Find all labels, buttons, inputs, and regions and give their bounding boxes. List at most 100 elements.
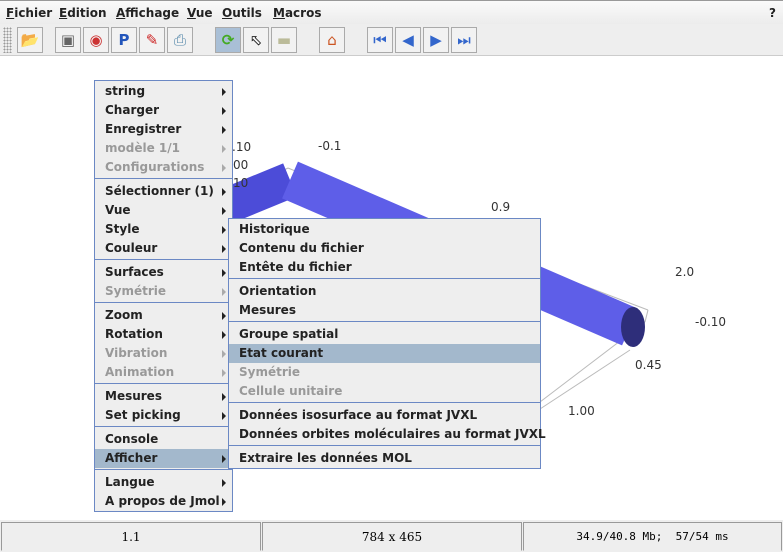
submenu-arrow-icon bbox=[222, 126, 226, 134]
submenu-item-groupe-spatial[interactable]: Groupe spatial bbox=[229, 325, 540, 344]
menu-item-string[interactable]: string bbox=[95, 82, 232, 101]
open-button[interactable]: 📂 bbox=[17, 27, 43, 53]
menu-affichage[interactable]: Affichage bbox=[116, 6, 179, 20]
menu-item-label: string bbox=[105, 84, 146, 98]
menu-item-couleur[interactable]: Couleur bbox=[95, 239, 232, 258]
screenshot-button[interactable]: ▣ bbox=[55, 27, 81, 53]
submenu-arrow-icon bbox=[222, 107, 226, 115]
www-button[interactable]: ◉ bbox=[83, 27, 109, 53]
submenu-item-contenu-fichier[interactable]: Contenu du fichier bbox=[229, 239, 540, 258]
toolbar-grip[interactable] bbox=[3, 27, 12, 53]
submenu-arrow-icon bbox=[222, 412, 226, 420]
submenu-item-etat-courant[interactable]: Etat courant bbox=[229, 344, 540, 363]
menu-item-style[interactable]: Style bbox=[95, 220, 232, 239]
menu-item-label: Afficher bbox=[105, 451, 158, 465]
first-frame-button[interactable]: ⏮ bbox=[367, 27, 393, 53]
axis-label: -0.1 bbox=[318, 139, 342, 153]
menu-item-vue[interactable]: Vue bbox=[95, 201, 232, 220]
cylinder-end-cap bbox=[621, 307, 645, 347]
mnemonic: V bbox=[187, 6, 196, 20]
menu-item-zoom[interactable]: Zoom bbox=[95, 306, 232, 325]
menu-item-langue[interactable]: Langue bbox=[95, 473, 232, 492]
edit-button[interactable]: ✎ bbox=[139, 27, 165, 53]
menu-item-rotation[interactable]: Rotation bbox=[95, 325, 232, 344]
menu-label: utils bbox=[232, 6, 262, 20]
menu-item-afficher[interactable]: Afficher bbox=[95, 449, 232, 468]
axis-label: 0.45 bbox=[635, 358, 662, 372]
submenu-arrow-icon bbox=[222, 288, 226, 296]
menu-item-label: Langue bbox=[105, 475, 155, 489]
measure-button[interactable]: ▬ bbox=[271, 27, 297, 53]
menu-fichier[interactable]: Fichier bbox=[6, 6, 52, 20]
next-icon: ▶ bbox=[430, 30, 442, 49]
menu-item-selectionner[interactable]: Sélectionner (1) bbox=[95, 182, 232, 201]
axis-label: 2.0 bbox=[675, 265, 695, 279]
menu-macros[interactable]: Macros bbox=[273, 6, 321, 20]
status-size: 784 x 465 bbox=[262, 522, 522, 551]
axis-label: 10 bbox=[233, 176, 249, 190]
toolbar: 📂 ▣ ◉ P ✎ ⎙ ⟳ ⬁ ▬ ⌂ ⏮ ◀ ▶ ⏭ bbox=[0, 24, 783, 56]
menu-item-enregistrer[interactable]: Enregistrer bbox=[95, 120, 232, 139]
submenu-item-orbitales-jvxl[interactable]: Données orbites moléculaires au format J… bbox=[229, 425, 546, 444]
submenu-arrow-icon bbox=[222, 145, 226, 153]
menu-help[interactable]: ? bbox=[769, 6, 776, 20]
camera-icon: ▣ bbox=[60, 30, 76, 49]
submenu-item-entete-fichier[interactable]: Entête du fichier bbox=[229, 258, 540, 277]
submenu-item-historique[interactable]: Historique bbox=[229, 220, 540, 239]
edit-icon: ✎ bbox=[145, 30, 159, 49]
submenu-arrow-icon bbox=[222, 393, 226, 401]
menu-item-charger[interactable]: Charger bbox=[95, 101, 232, 120]
status-model: 1.1 bbox=[1, 522, 261, 551]
menu-item-set-picking[interactable]: Set picking bbox=[95, 406, 232, 425]
menu-vue[interactable]: Vue bbox=[187, 6, 213, 20]
menu-bar: Fichier Edition Affichage Vue Outils Mac… bbox=[0, 0, 783, 24]
menu-edition[interactable]: Edition bbox=[59, 6, 107, 20]
prev-frame-button[interactable]: ◀ bbox=[395, 27, 421, 53]
submenu-arrow-icon bbox=[222, 331, 226, 339]
menu-item-a-propos[interactable]: A propos de Jmol bbox=[95, 492, 232, 511]
menu-item-vibration: Vibration bbox=[95, 344, 232, 363]
pov-button[interactable]: P bbox=[111, 27, 137, 53]
menu-item-mesures[interactable]: Mesures bbox=[95, 387, 232, 406]
menu-label: dition bbox=[67, 6, 107, 20]
submenu-item-isosurface-jvxl[interactable]: Données isosurface au format JVXL bbox=[229, 406, 540, 425]
menu-label: ffichage bbox=[125, 6, 180, 20]
menu-outils[interactable]: Outils bbox=[222, 6, 262, 20]
select-button[interactable]: ⬁ bbox=[243, 27, 269, 53]
menu-item-label: Vue bbox=[105, 203, 131, 217]
menu-item-label: Enregistrer bbox=[105, 122, 182, 136]
rotate-button[interactable]: ⟳ bbox=[215, 27, 241, 53]
submenu-arrow-icon bbox=[222, 164, 226, 172]
menu-item-label: Mesures bbox=[105, 389, 162, 403]
menu-item-label: Vibration bbox=[105, 346, 168, 360]
menu-item-animation: Animation bbox=[95, 363, 232, 382]
submenu-arrow-icon bbox=[222, 350, 226, 358]
open-icon: 📂 bbox=[20, 30, 40, 49]
submenu-item-orientation[interactable]: Orientation bbox=[229, 282, 540, 301]
menu-item-symetrie: Symétrie bbox=[95, 282, 232, 301]
submenu-arrow-icon bbox=[222, 479, 226, 487]
www-icon: ◉ bbox=[89, 30, 103, 49]
submenu-item-extraire-mol[interactable]: Extraire les données MOL bbox=[229, 449, 540, 468]
mnemonic: O bbox=[222, 6, 233, 20]
menu-item-label: Configurations bbox=[105, 160, 205, 174]
submenu-item-mesures[interactable]: Mesures bbox=[229, 301, 540, 320]
menu-item-console[interactable]: Console bbox=[95, 430, 232, 449]
submenu-item-symetrie: Symétrie bbox=[239, 365, 301, 379]
menu-item-label: Couleur bbox=[105, 241, 158, 255]
submenu-arrow-icon bbox=[222, 498, 226, 506]
last-icon: ⏭ bbox=[457, 30, 471, 49]
submenu-arrow-icon bbox=[222, 226, 226, 234]
print-button[interactable]: ⎙ bbox=[167, 27, 193, 53]
next-frame-button[interactable]: ▶ bbox=[423, 27, 449, 53]
menu-item-label: Rotation bbox=[105, 327, 163, 341]
menu-item-label: Zoom bbox=[105, 308, 143, 322]
submenu-arrow-icon bbox=[222, 312, 226, 320]
menu-item-label: Style bbox=[105, 222, 140, 236]
last-frame-button[interactable]: ⏭ bbox=[451, 27, 477, 53]
home-button[interactable]: ⌂ bbox=[319, 27, 345, 53]
axis-label: 1.00 bbox=[568, 404, 595, 418]
axis-label: 00 bbox=[233, 158, 249, 172]
menu-item-surfaces[interactable]: Surfaces bbox=[95, 263, 232, 282]
menu-item-configurations: Configurations bbox=[95, 158, 232, 177]
